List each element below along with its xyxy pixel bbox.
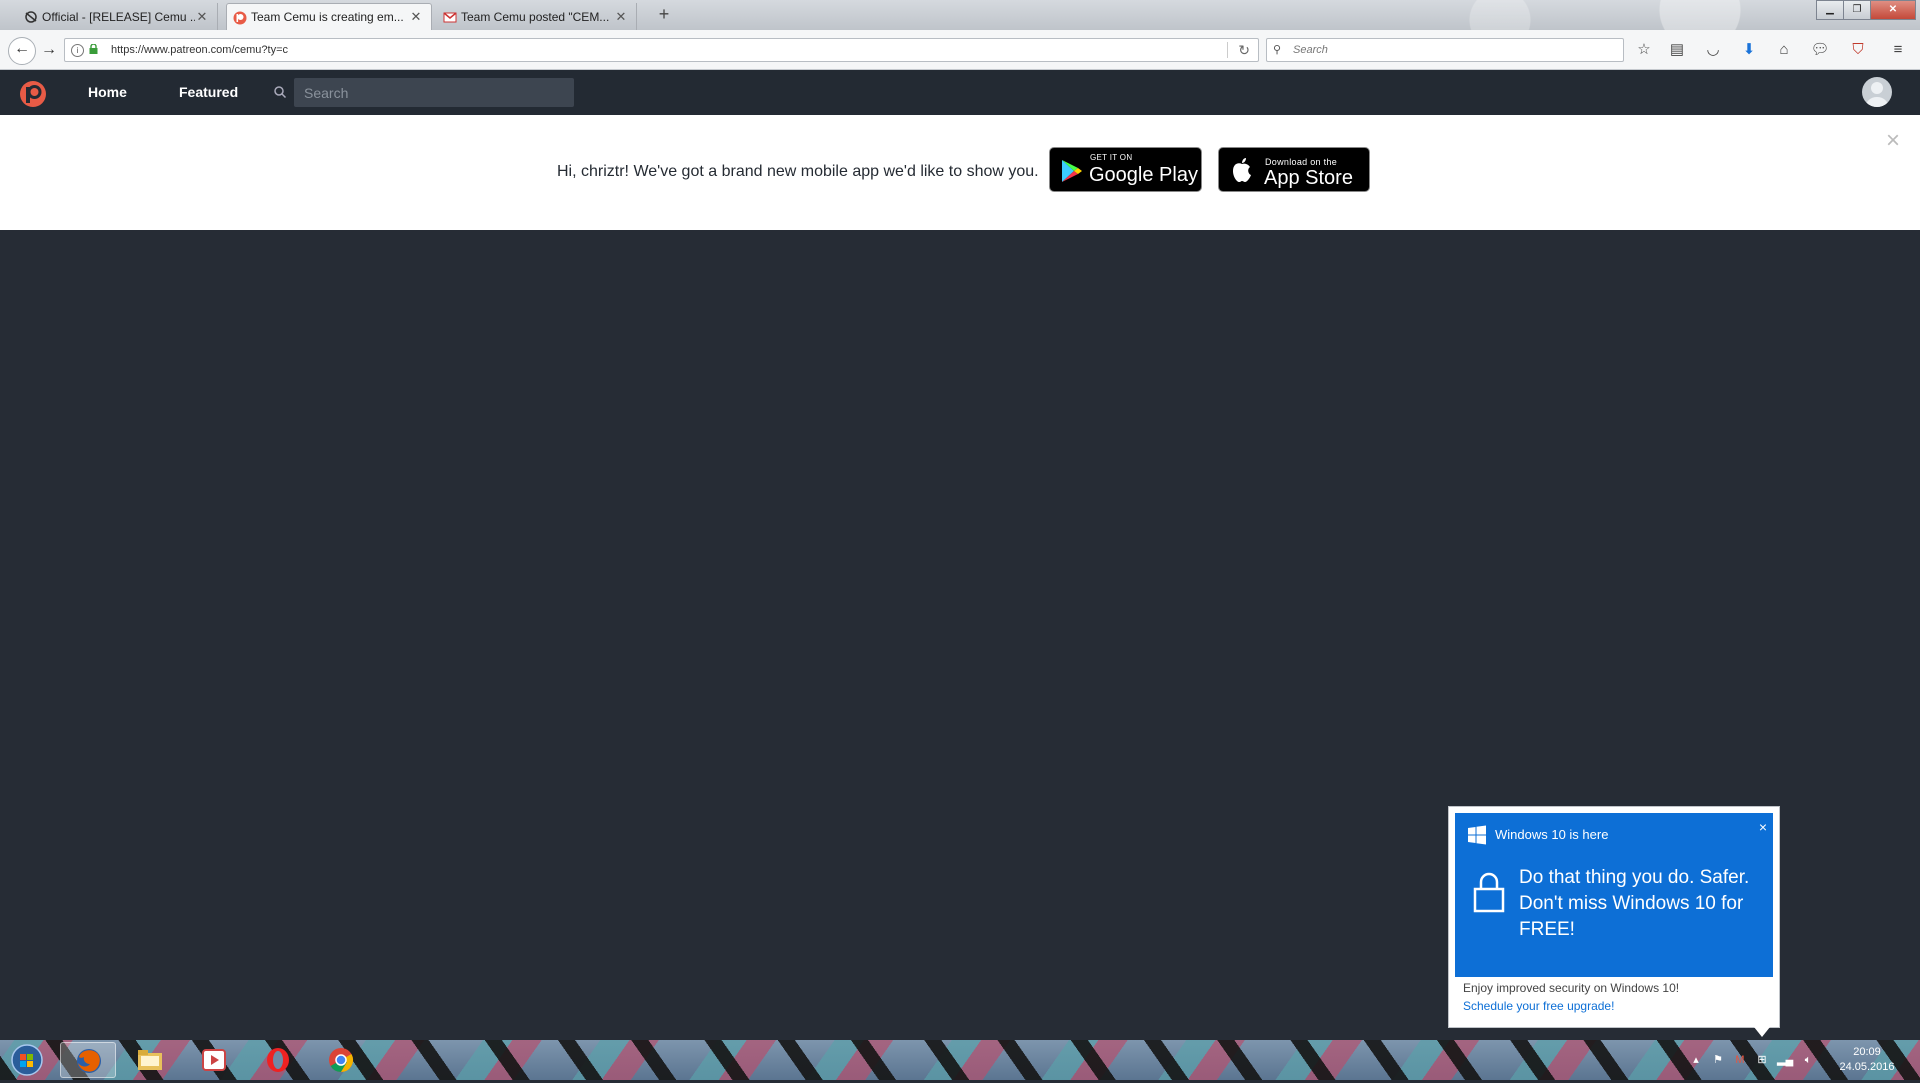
taskbar-firefox[interactable]: [60, 1042, 116, 1078]
start-button[interactable]: [4, 1042, 50, 1078]
browser-tab-strip: Official - [RELEASE] Cemu ... ✕ Team Cem…: [0, 0, 1920, 30]
bookmarks-library-icon[interactable]: ▤: [1666, 39, 1688, 61]
nav-featured[interactable]: Featured: [179, 70, 238, 115]
cemu-icon: [25, 11, 37, 23]
arrow-left-icon: ←: [14, 40, 30, 57]
taskbar-clock[interactable]: 20:09 24.05.2016: [1832, 1045, 1902, 1075]
explorer-icon: [138, 1050, 162, 1070]
reload-icon[interactable]: ↻: [1238, 39, 1250, 61]
arrow-right-icon: →: [41, 41, 57, 58]
new-tab-button[interactable]: +: [655, 4, 673, 25]
patreon-search-input[interactable]: [294, 78, 574, 107]
menu-hamburger-icon[interactable]: ≡: [1887, 39, 1909, 61]
popup-title: Windows 10 is here: [1495, 827, 1609, 842]
banner-close-button[interactable]: ×: [1886, 127, 1900, 155]
addon-shield-icon[interactable]: ⛉: [1847, 39, 1869, 61]
info-icon[interactable]: i: [71, 44, 84, 57]
tab-title: Team Cemu posted "CEM...: [461, 9, 610, 24]
tab-cemu-forum[interactable]: Official - [RELEASE] Cemu ... ✕: [18, 3, 218, 30]
gmail-icon: [443, 12, 457, 23]
download-icon[interactable]: ⬇: [1738, 39, 1760, 61]
browser-search-field[interactable]: ⚲ Search: [1266, 38, 1624, 62]
search-icon: [274, 86, 287, 99]
url-text[interactable]: https://www.patreon.com/cemu?ty=c: [111, 39, 288, 61]
restore-button[interactable]: ❐: [1843, 0, 1871, 20]
schedule-upgrade-link[interactable]: Schedule your free upgrade!: [1463, 999, 1614, 1013]
close-icon[interactable]: ✕: [614, 9, 628, 25]
volume-icon[interactable]: 🔈︎: [1801, 1053, 1815, 1067]
lock-icon: [1473, 872, 1505, 913]
patreon-logo-icon[interactable]: [19, 80, 47, 108]
pocket-icon[interactable]: ◡: [1702, 39, 1724, 61]
firefox-icon: [77, 1049, 101, 1073]
opera-icon: [267, 1048, 289, 1072]
url-bar[interactable]: i https://www.patreon.com/cemu?ty=c ↻: [64, 38, 1259, 62]
popup-subtext: Enjoy improved security on Windows 10!: [1463, 981, 1680, 995]
lock-icon: [89, 44, 98, 54]
action-center-icon[interactable]: ⚑: [1711, 1053, 1725, 1067]
windows10-upgrade-icon[interactable]: ⊞: [1755, 1053, 1769, 1067]
tab-title: Official - [RELEASE] Cemu ...: [42, 9, 195, 24]
search-icon: ⚲: [1273, 44, 1282, 56]
taskbar-media-player[interactable]: [186, 1042, 242, 1078]
close-icon[interactable]: ×: [1759, 819, 1767, 835]
nav-home[interactable]: Home: [88, 70, 127, 115]
media-player-icon: [202, 1049, 226, 1071]
windows-logo-icon: [1468, 825, 1486, 845]
patreon-header: Home Featured: [0, 70, 1920, 115]
google-play-small-text: GET IT ON: [1090, 153, 1133, 162]
app-store-small-text: Download on the: [1265, 157, 1338, 167]
avatar[interactable]: [1862, 77, 1892, 107]
forward-button[interactable]: →: [38, 39, 60, 61]
mobile-app-banner: Hi, chriztr! We've got a brand new mobil…: [0, 115, 1920, 230]
app-store-big-text: App Store: [1264, 167, 1353, 189]
url-divider: [1227, 42, 1228, 58]
patreon-icon: [233, 11, 247, 25]
chat-icon[interactable]: 💬︎: [1809, 39, 1831, 61]
banner-message: Hi, chriztr! We've got a brand new mobil…: [557, 163, 1039, 180]
taskbar-explorer[interactable]: [122, 1042, 178, 1078]
tab-title: Team Cemu is creating em...: [251, 10, 404, 24]
gmail-notifier-icon[interactable]: M: [1733, 1053, 1747, 1067]
windows-start-orb-icon: [11, 1044, 43, 1076]
clock-date: 24.05.2016: [1839, 1061, 1895, 1073]
google-play-icon: [1062, 160, 1082, 182]
close-icon[interactable]: ✕: [195, 9, 209, 25]
tab-patreon[interactable]: Team Cemu is creating em... ✕: [226, 3, 432, 30]
close-window-button[interactable]: ✕: [1870, 0, 1916, 20]
chrome-icon: [329, 1048, 354, 1072]
browser-navigation-bar: ← → i https://www.patreon.com/cemu?ty=c …: [0, 30, 1920, 70]
user-avatar-icon: [1866, 82, 1888, 107]
popup-message: Do that thing you do. Safer. Don't miss …: [1519, 867, 1750, 940]
close-icon[interactable]: ✕: [409, 9, 423, 25]
popup-pointer: [1754, 1027, 1770, 1037]
search-placeholder: Search: [1293, 44, 1328, 56]
network-signal-icon[interactable]: ▂▄: [1777, 1053, 1793, 1067]
google-play-big-text: Google Play: [1089, 164, 1198, 186]
popup-blue-panel: Windows 10 is here × Do that thing you d…: [1455, 813, 1773, 977]
window-controls: ▁ ❐ ✕: [1816, 0, 1916, 20]
taskbar-chrome[interactable]: [313, 1042, 369, 1078]
minimize-button[interactable]: ▁: [1816, 0, 1844, 20]
app-store-button[interactable]: Download on the App Store: [1218, 147, 1370, 192]
taskbar-opera[interactable]: [250, 1042, 306, 1078]
home-icon[interactable]: ⌂: [1773, 39, 1795, 61]
show-hidden-icons-arrow-icon[interactable]: ▴: [1689, 1053, 1703, 1067]
clock-time: 20:09: [1853, 1046, 1881, 1058]
windows-taskbar: ▴ ⚑ M ⊞ ▂▄ 🔈︎ 20:09 24.05.2016: [0, 1040, 1920, 1080]
apple-icon: [1233, 158, 1251, 182]
tab-gmail[interactable]: Team Cemu posted "CEM... ✕: [437, 3, 637, 30]
back-button[interactable]: ←: [8, 37, 36, 65]
windows10-upgrade-popup[interactable]: Windows 10 is here × Do that thing you d…: [1448, 806, 1780, 1028]
bookmark-star-icon[interactable]: ☆: [1633, 39, 1655, 61]
google-play-button[interactable]: GET IT ON Google Play: [1049, 147, 1202, 192]
